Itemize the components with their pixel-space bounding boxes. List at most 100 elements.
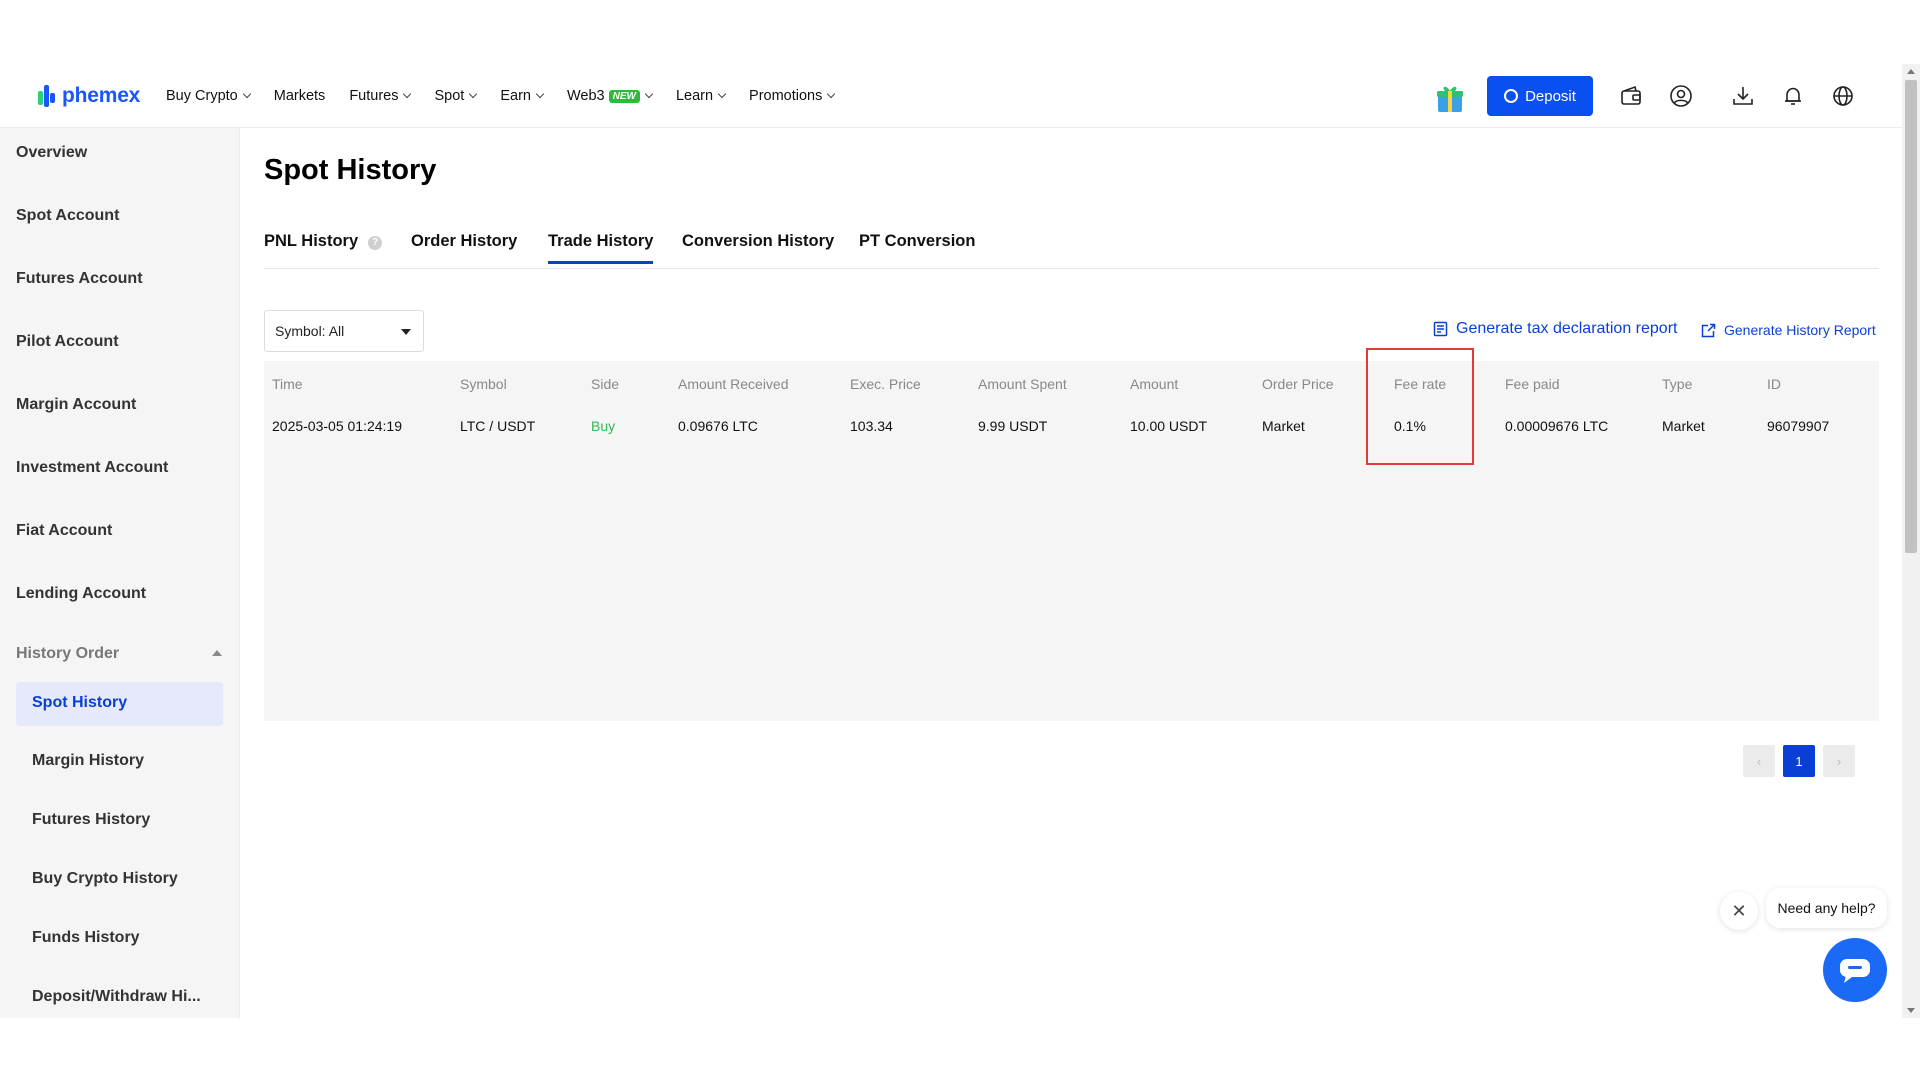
nav-promotions[interactable]: Promotions xyxy=(749,88,836,104)
cell-fee-paid: 0.00009676 LTC xyxy=(1505,418,1609,434)
prev-page-button[interactable]: ‹ xyxy=(1743,745,1775,777)
nav-label: Futures xyxy=(349,88,399,104)
chevron-down-icon xyxy=(469,89,478,99)
sidebar-item-funds-history[interactable]: Funds History xyxy=(32,929,140,947)
sidebar-item-margin-account[interactable]: Margin Account xyxy=(16,396,136,414)
sidebar-item-investment-account[interactable]: Investment Account xyxy=(16,459,168,477)
sidebar-item-margin-history[interactable]: Margin History xyxy=(32,752,144,770)
external-link-icon xyxy=(1701,323,1716,337)
column-header: Side xyxy=(591,376,620,392)
chat-button[interactable] xyxy=(1823,938,1887,1002)
nav-earn[interactable]: Earn xyxy=(500,88,545,104)
top-nav-bar: phemex Buy Crypto Markets Futures Spot E… xyxy=(0,64,1902,128)
column-header: Amount Received xyxy=(678,376,789,392)
symbol-filter-label: Symbol: All xyxy=(275,323,345,339)
user-icon[interactable] xyxy=(1668,83,1694,109)
phemex-logo-icon xyxy=(38,85,58,107)
brand-name: phemex xyxy=(62,84,141,107)
column-header: Order Price xyxy=(1262,376,1334,392)
symbol-filter-select[interactable]: Symbol: All xyxy=(264,310,424,352)
sidebar-item-spot-history[interactable]: Spot History xyxy=(16,682,223,726)
page-button-current[interactable]: 1 xyxy=(1783,745,1815,777)
nav-learn[interactable]: Learn xyxy=(675,88,727,104)
cell-id: 96079907 xyxy=(1767,418,1830,434)
cell-amount-received: 0.09676 LTC xyxy=(678,418,758,434)
next-page-button[interactable]: › xyxy=(1823,745,1855,777)
nav-label: Learn xyxy=(675,88,714,104)
nav-label: Earn xyxy=(500,88,531,104)
sidebar-group-history-order[interactable]: History Order xyxy=(16,645,222,663)
scroll-up-icon[interactable] xyxy=(1907,69,1915,74)
column-header: Amount Spent xyxy=(978,376,1067,392)
help-bubble[interactable]: Need any help? xyxy=(1766,888,1887,928)
tax-report-link[interactable]: Generate tax declaration report xyxy=(1433,320,1677,338)
bell-icon[interactable] xyxy=(1780,83,1806,109)
wallet-icon[interactable] xyxy=(1618,83,1644,109)
history-tabs: PNL History? Order History Trade History… xyxy=(264,230,1879,269)
sidebar-item-fiat-account[interactable]: Fiat Account xyxy=(16,522,112,540)
tab-label: PNL History xyxy=(264,232,359,250)
page-title: Spot History xyxy=(264,154,437,186)
nav-label: Web3 xyxy=(566,88,605,104)
cell-amount-spent: 9.99 USDT xyxy=(978,418,1048,434)
vertical-scrollbar[interactable] xyxy=(1902,64,1920,1018)
tab-pt-conversion[interactable]: PT Conversion xyxy=(859,232,975,251)
globe-icon[interactable] xyxy=(1830,83,1856,109)
nav-buy-crypto[interactable]: Buy Crypto xyxy=(166,88,251,104)
close-icon: ✕ xyxy=(1731,900,1747,921)
sidebar-item-futures-history[interactable]: Futures History xyxy=(32,811,150,829)
new-badge: NEW xyxy=(608,89,640,103)
phemex-logo[interactable]: phemex xyxy=(38,84,140,108)
chevron-right-icon: › xyxy=(1836,753,1842,769)
cell-exec-price: 103.34 xyxy=(850,418,893,434)
sidebar-item-lending-account[interactable]: Lending Account xyxy=(16,585,146,603)
chevron-down-icon xyxy=(535,89,545,99)
cell-symbol: LTC / USDT xyxy=(460,418,536,434)
help-icon[interactable]: ? xyxy=(368,236,383,250)
chevron-down-icon xyxy=(827,89,836,99)
tab-order-history[interactable]: Order History xyxy=(411,232,517,251)
cell-amount: 10.00 USDT xyxy=(1130,418,1208,434)
sidebar-item-spot-account[interactable]: Spot Account xyxy=(16,207,119,225)
column-header: Fee paid xyxy=(1505,376,1560,392)
nav-futures[interactable]: Futures xyxy=(349,88,412,104)
sidebar: Overview Spot Account Futures Account Pi… xyxy=(0,128,240,1018)
deposit-button[interactable]: Deposit xyxy=(1487,76,1593,116)
help-close-button[interactable]: ✕ xyxy=(1720,892,1758,930)
document-icon xyxy=(1433,321,1448,337)
nav-label: Buy Crypto xyxy=(166,88,238,104)
download-icon[interactable] xyxy=(1730,83,1756,109)
tab-conversion-history[interactable]: Conversion History xyxy=(682,232,834,251)
sidebar-item-futures-account[interactable]: Futures Account xyxy=(16,270,143,288)
fee-rate-highlight xyxy=(1366,348,1474,465)
caret-down-icon xyxy=(401,329,411,335)
chevron-left-icon: ‹ xyxy=(1756,753,1762,769)
trade-history-table: Time Symbol Side Amount Received Exec. P… xyxy=(264,361,1879,721)
sidebar-item-pilot-account[interactable]: Pilot Account xyxy=(16,333,119,351)
column-header: Symbol xyxy=(460,376,507,392)
nav-spot[interactable]: Spot xyxy=(434,88,478,104)
sidebar-item-buy-crypto-history[interactable]: Buy Crypto History xyxy=(32,870,178,888)
chat-icon xyxy=(1840,959,1870,983)
nav-label: Spot xyxy=(434,88,465,104)
sidebar-group-label: History Order xyxy=(16,645,120,662)
nav-markets[interactable]: Markets xyxy=(274,88,326,104)
cell-type: Market xyxy=(1662,418,1705,434)
history-report-link[interactable]: Generate History Report xyxy=(1701,322,1876,338)
nav-web3[interactable]: Web3 NEW xyxy=(566,88,654,104)
tax-report-label: Generate tax declaration report xyxy=(1456,320,1678,337)
gift-icon[interactable] xyxy=(1436,84,1464,112)
scroll-thumb[interactable] xyxy=(1905,80,1917,553)
sidebar-item-overview[interactable]: Overview xyxy=(16,144,87,162)
tab-trade-history[interactable]: Trade History xyxy=(548,232,654,264)
sidebar-item-deposit-withdraw-history[interactable]: Deposit/Withdraw Hi... xyxy=(32,988,201,1006)
chevron-down-icon xyxy=(242,89,251,99)
cell-order-price: Market xyxy=(1262,418,1305,434)
column-header: Amount xyxy=(1130,376,1179,392)
chevron-down-icon xyxy=(403,89,412,99)
scroll-down-icon[interactable] xyxy=(1907,1008,1915,1013)
column-header: Type xyxy=(1662,376,1693,392)
chevron-down-icon xyxy=(717,89,727,99)
help-bubble-label: Need any help? xyxy=(1777,900,1876,916)
tab-pnl-history[interactable]: PNL History? xyxy=(264,232,383,251)
